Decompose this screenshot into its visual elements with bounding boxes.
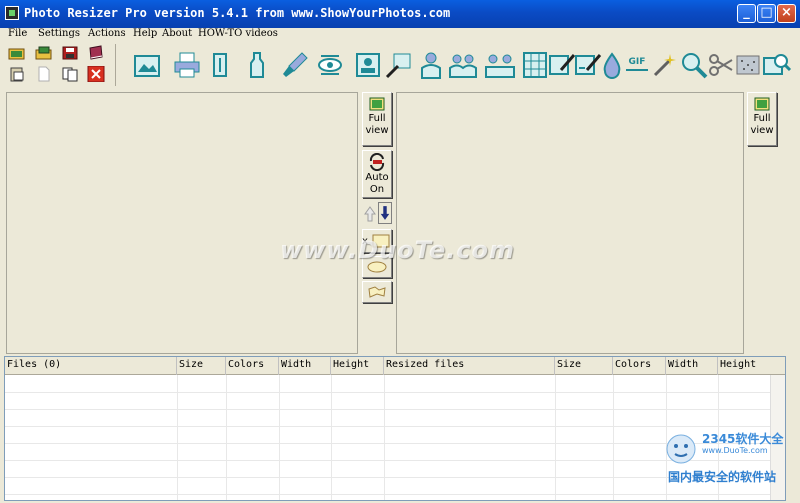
full-view-icon (369, 97, 385, 111)
group-photo-icon[interactable] (448, 50, 478, 80)
wand-icon[interactable] (650, 50, 680, 80)
arrow-down-icon (380, 206, 390, 220)
photo-adjust-icon[interactable] (353, 50, 383, 80)
auto-refresh-icon (369, 153, 385, 171)
right-full-view-label-2: view (750, 125, 774, 136)
minimize-button[interactable]: _ (737, 4, 756, 23)
watermark-logo-url: www.DuoTe.com (702, 446, 768, 455)
col-width[interactable]: Width (279, 357, 331, 375)
people-icon[interactable] (416, 50, 446, 80)
freeform-icon (368, 286, 386, 298)
col-resized-height[interactable]: Height (718, 357, 785, 375)
watermark-site: www.DuoTe.com (280, 236, 515, 264)
col-line (384, 375, 385, 500)
full-view-label-1: Full (368, 113, 386, 124)
noise-icon[interactable] (733, 50, 763, 80)
col-files[interactable]: Files (0) (5, 357, 177, 375)
row-line (5, 409, 785, 410)
paste-icon[interactable] (8, 66, 26, 82)
save-icon[interactable] (61, 45, 79, 61)
resized-preview-panel[interactable] (396, 92, 744, 354)
menu-actions[interactable]: Actions (88, 28, 126, 39)
menu-bar: File Settings Actions Help About HOW-TO … (0, 28, 800, 42)
col-resized-width[interactable]: Width (666, 357, 718, 375)
toolbar-separator (115, 44, 116, 86)
zoom-photo-icon[interactable] (762, 50, 792, 80)
col-resized-files[interactable]: Resized files (384, 357, 555, 375)
mascot-icon (666, 434, 696, 464)
original-preview-panel[interactable] (6, 92, 358, 354)
zoom-icon[interactable] (679, 50, 709, 80)
menu-file[interactable]: File (8, 28, 27, 39)
arrow-up-button[interactable] (364, 204, 376, 224)
rotate-eye-icon[interactable] (315, 50, 345, 80)
svg-text:GIF: GIF (629, 57, 646, 67)
row-line (5, 392, 785, 393)
arrow-down-button[interactable] (378, 202, 392, 224)
window-title: Photo Resizer Pro version 5.4.1 from www… (24, 6, 451, 20)
col-height[interactable]: Height (331, 357, 384, 375)
close-button[interactable]: × (777, 4, 796, 23)
title-bar[interactable]: Photo Resizer Pro version 5.4.1 from www… (0, 0, 800, 28)
resize-vertical-icon[interactable] (205, 50, 235, 80)
col-line (331, 375, 332, 500)
menu-help[interactable]: Help (133, 28, 157, 39)
menu-settings[interactable]: Settings (38, 28, 80, 39)
menu-howto-videos[interactable]: HOW-TO videos (198, 28, 278, 39)
picture-frame-icon[interactable] (132, 50, 162, 80)
auto-label-2: On (369, 184, 385, 195)
col-colors[interactable]: Colors (226, 357, 279, 375)
menu-about[interactable]: About (162, 28, 192, 39)
full-view-button[interactable]: Full view (362, 92, 392, 146)
watermark-logo-slogan: 国内最安全的软件站 (668, 470, 777, 484)
copy-icon[interactable] (61, 66, 79, 82)
table-header: Files (0) Size Colors Width Height Resiz… (5, 357, 785, 375)
full-view-label-2: view (365, 125, 389, 136)
scissors-icon[interactable] (706, 50, 736, 80)
app-icon[interactable] (5, 6, 19, 20)
photo-edit-icon[interactable] (384, 50, 414, 80)
open-multiple-icon[interactable] (35, 45, 53, 61)
new-file-icon[interactable] (35, 66, 53, 82)
arrow-up-icon (364, 206, 376, 222)
open-folder-icon[interactable] (8, 45, 26, 61)
row-line (5, 426, 785, 427)
brush-icon[interactable] (280, 50, 310, 80)
col-resized-size[interactable]: Size (555, 357, 613, 375)
crop-freeform-button[interactable] (362, 281, 392, 303)
delete-icon[interactable] (87, 66, 105, 82)
bottle-icon[interactable] (242, 50, 272, 80)
col-line (226, 375, 227, 500)
col-line (613, 375, 614, 500)
col-line (177, 375, 178, 500)
auto-label-1: Auto (365, 172, 389, 183)
printer-icon[interactable] (172, 50, 202, 80)
right-full-view-label-1: Full (753, 113, 771, 124)
col-resized-colors[interactable]: Colors (613, 357, 666, 375)
right-full-view-button[interactable]: Full view (747, 92, 777, 146)
maximize-button[interactable]: □ (757, 4, 776, 23)
right-full-view-icon (754, 97, 770, 111)
auto-on-button[interactable]: Auto On (362, 150, 392, 198)
grid-photo-icon[interactable] (520, 50, 550, 80)
book-icon[interactable] (87, 45, 105, 61)
watermark-logo-title: 2345软件大全 (702, 432, 784, 446)
col-line (555, 375, 556, 500)
gif-icon[interactable]: GIF (622, 50, 652, 80)
col-size[interactable]: Size (177, 357, 226, 375)
group-photo-wide-icon[interactable] (485, 50, 515, 80)
col-line (279, 375, 280, 500)
toolbar: GIF (0, 42, 800, 90)
watermark-logo: 2345软件大全 www.DuoTe.com 国内最安全的软件站 (662, 430, 798, 500)
